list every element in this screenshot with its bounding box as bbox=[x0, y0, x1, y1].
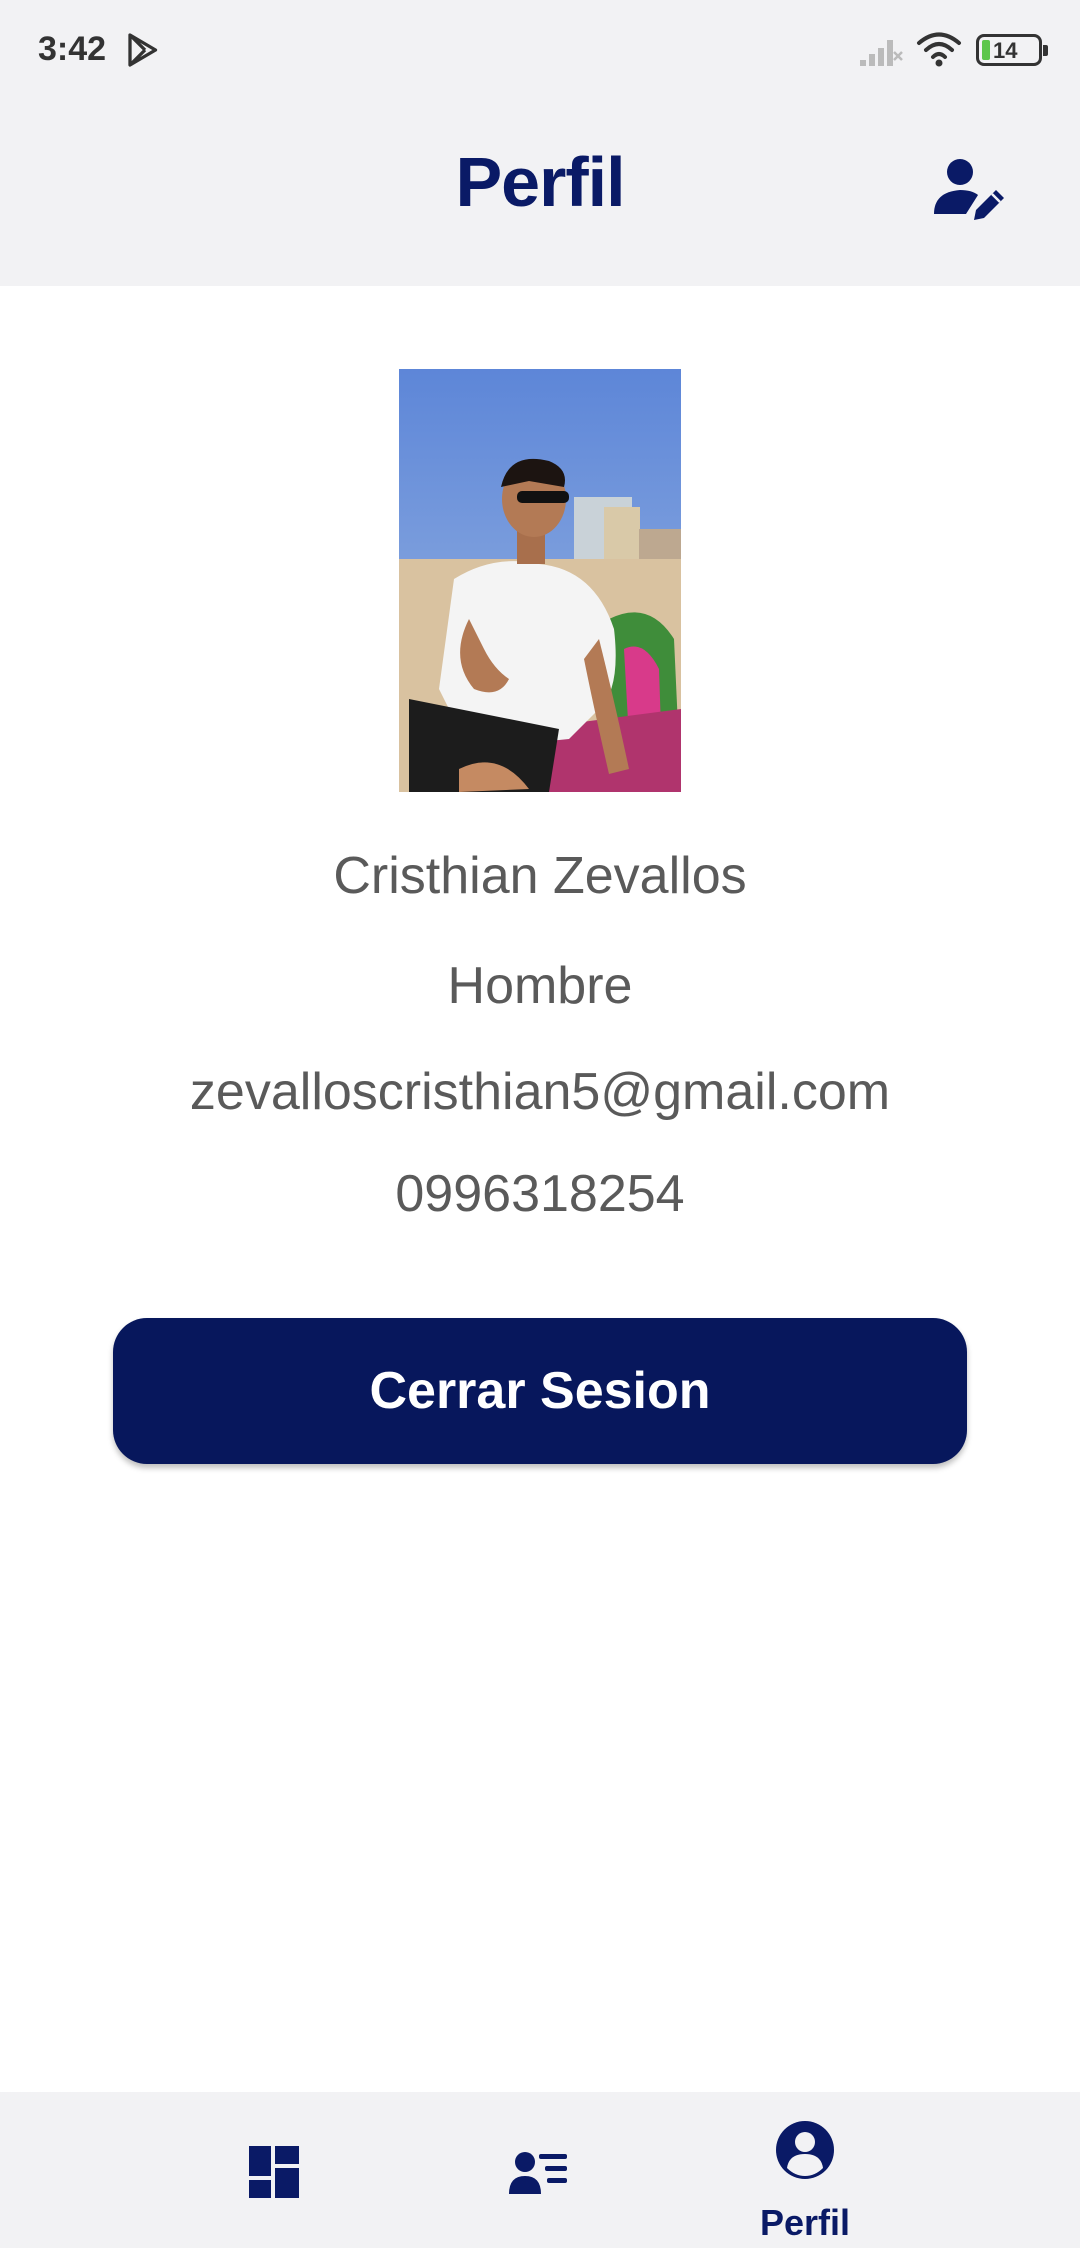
status-time: 3:42 bbox=[38, 30, 107, 68]
play-store-icon bbox=[128, 33, 158, 67]
profile-name: Cristhian Zevallos bbox=[333, 847, 747, 905]
edit-profile-button[interactable] bbox=[926, 148, 1010, 232]
app-header: Perfil bbox=[0, 100, 1080, 286]
profile-photo-image bbox=[399, 369, 681, 792]
wifi-icon bbox=[917, 32, 961, 67]
bottom-navigation: Perfil bbox=[0, 2092, 1080, 2248]
signal-icon bbox=[860, 40, 903, 66]
logout-button[interactable]: Cerrar Sesion bbox=[113, 1318, 967, 1464]
battery-level bbox=[982, 40, 990, 60]
profile-email: zevalloscristhian5@gmail.com bbox=[189, 1063, 891, 1121]
battery-icon: 14 bbox=[976, 34, 1048, 66]
user-list-icon bbox=[509, 2152, 567, 2194]
nav-item-dashboard[interactable] bbox=[220, 2092, 330, 2248]
dashboard-icon bbox=[249, 2146, 299, 2198]
status-bar: 3:42 14 bbox=[0, 0, 1080, 100]
profile-phone: 0996318254 bbox=[395, 1165, 685, 1223]
page-title: Perfil bbox=[455, 143, 625, 221]
nav-item-users[interactable] bbox=[484, 2092, 594, 2248]
nav-item-profile[interactable]: Perfil bbox=[740, 2092, 870, 2248]
nav-profile-label: Perfil bbox=[759, 2202, 851, 2243]
profile-photo bbox=[399, 369, 681, 792]
user-pen-icon bbox=[934, 159, 1004, 220]
battery-text: 14 bbox=[993, 38, 1018, 63]
profile-gender: Hombre bbox=[447, 957, 633, 1015]
account-circle-icon bbox=[776, 2121, 834, 2179]
